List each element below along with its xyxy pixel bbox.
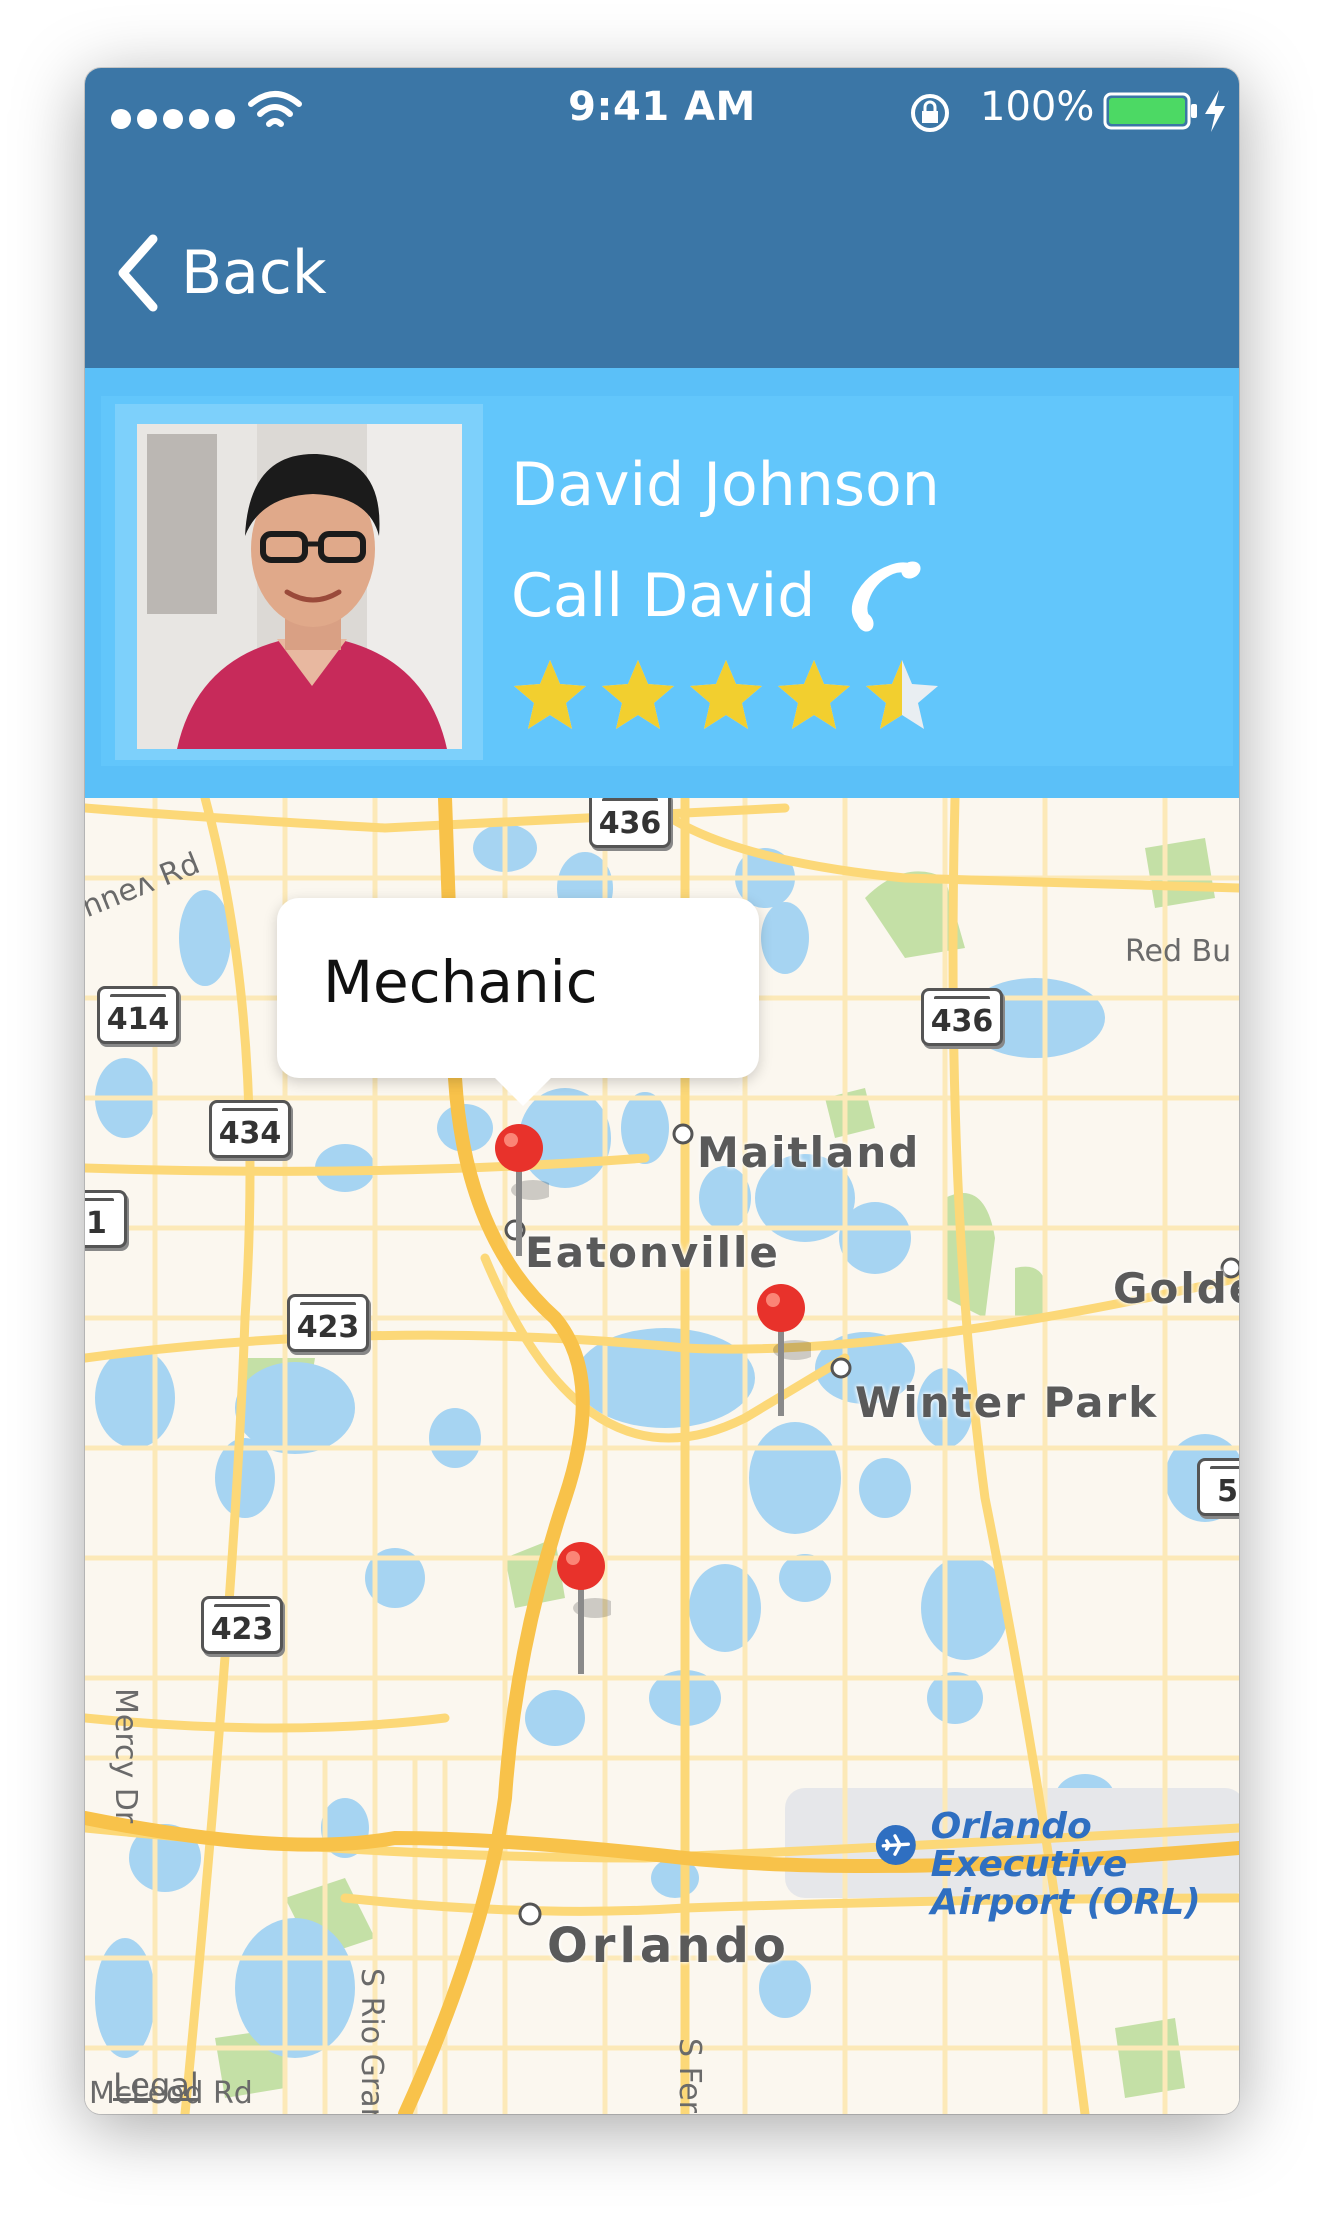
phone-screen: 9:41 AM 100% Back David Johnson Call Dav… bbox=[85, 68, 1239, 2114]
call-button[interactable]: Call David bbox=[511, 556, 925, 636]
road-label-mercy: Mercy Dr bbox=[108, 1688, 143, 1824]
route-shield: 414 bbox=[97, 986, 179, 1044]
map-callout[interactable]: Mechanic bbox=[277, 898, 759, 1106]
back-button[interactable]: Back bbox=[113, 228, 327, 318]
rating-stars bbox=[511, 656, 951, 734]
chevron-left-icon bbox=[118, 234, 158, 312]
rotation-lock-icon bbox=[911, 94, 949, 132]
airport-name-line2: Airport (ORL) bbox=[930, 1882, 1201, 1923]
map-view[interactable]: Maitland Eatonville Winter Park Golde Or… bbox=[85, 798, 1239, 2114]
phone-icon bbox=[852, 561, 921, 632]
map-label-maitland: Maitland bbox=[697, 1128, 921, 1177]
map-label-golden: Golde bbox=[1113, 1264, 1239, 1313]
route-shield: 41 bbox=[85, 1190, 127, 1248]
back-label: Back bbox=[181, 238, 327, 308]
call-label: Call David bbox=[511, 561, 816, 631]
airport-label: Orlando Executive Airport (ORL) bbox=[875, 1808, 1239, 1922]
charging-bolt-icon bbox=[1205, 90, 1225, 132]
status-bar: 9:41 AM 100% bbox=[85, 68, 1239, 178]
map-pin[interactable] bbox=[489, 1120, 549, 1260]
navigation-bar: Back bbox=[85, 178, 1239, 368]
star-full-icon bbox=[778, 660, 850, 729]
route-shield: 55 bbox=[1197, 1458, 1239, 1516]
star-full-icon bbox=[690, 660, 762, 729]
avatar-frame bbox=[115, 404, 483, 760]
road-label-rio-grande: S Rio Grand bbox=[354, 1968, 389, 2114]
airport-name-line1: Orlando Executive bbox=[930, 1806, 1128, 1885]
road-label-red-bug: Red Bu bbox=[1125, 934, 1232, 969]
battery-icon bbox=[1103, 92, 1197, 130]
map-label-winter-park: Winter Park bbox=[855, 1378, 1159, 1427]
route-shield: 423 bbox=[201, 1596, 283, 1654]
battery-percent: 100% bbox=[980, 84, 1095, 130]
map-label-eatonville: Eatonville bbox=[525, 1228, 780, 1277]
road-label-ferncreek: S Ferncre bbox=[672, 2038, 707, 2114]
profile-card: David Johnson Call David bbox=[85, 368, 1239, 798]
map-pin[interactable] bbox=[551, 1538, 611, 1678]
route-shield: 436 bbox=[589, 798, 671, 848]
airplane-icon bbox=[875, 1825, 916, 1865]
route-shield: 423 bbox=[287, 1294, 369, 1352]
contact-name: David Johnson bbox=[511, 450, 940, 520]
route-shield: 436 bbox=[921, 988, 1003, 1046]
star-full-icon bbox=[602, 660, 674, 729]
route-shield: 434 bbox=[209, 1100, 291, 1158]
avatar bbox=[137, 424, 462, 749]
star-full-icon bbox=[514, 660, 586, 729]
star-half-icon bbox=[866, 660, 938, 729]
map-pin[interactable] bbox=[751, 1280, 811, 1420]
callout-title: Mechanic bbox=[323, 948, 598, 1016]
legal-link[interactable]: Legal bbox=[113, 2066, 199, 2104]
map-label-orlando: Orlando bbox=[547, 1918, 790, 1974]
